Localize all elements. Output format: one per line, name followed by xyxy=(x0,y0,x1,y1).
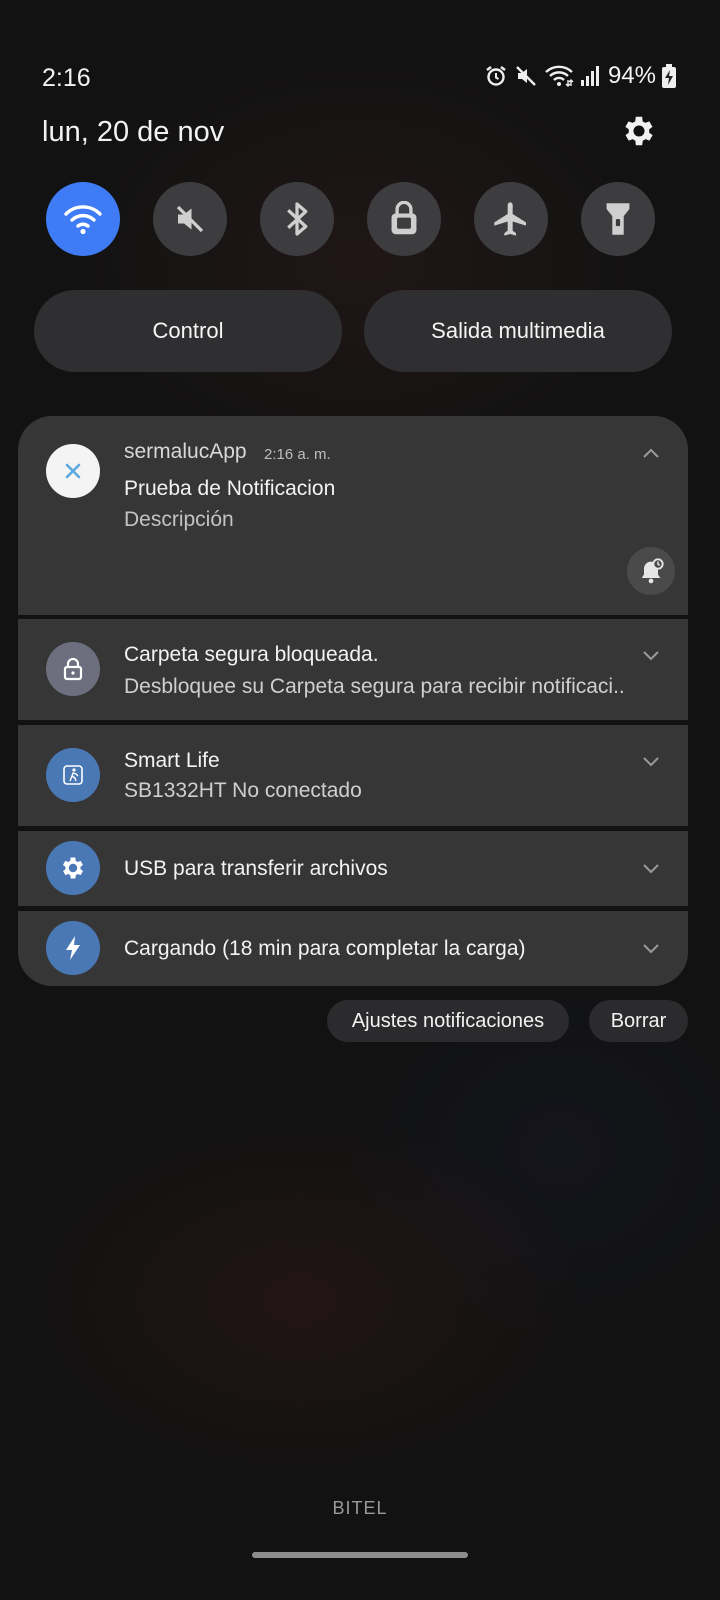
lock-icon xyxy=(46,642,100,696)
bluetooth-toggle[interactable] xyxy=(260,182,334,256)
carrier-label: BITEL xyxy=(332,1498,388,1518)
notification-secure-folder[interactable]: Carpeta segura bloqueada. Desbloquee su … xyxy=(18,619,688,720)
chevron-up-icon[interactable] xyxy=(640,442,662,464)
notification-title: USB para transferir archivos xyxy=(124,857,388,880)
notification-title: Cargando (18 min para completar la carga… xyxy=(124,937,526,960)
usb-settings-icon xyxy=(46,841,100,895)
status-icons: 94% xyxy=(484,62,676,90)
alarm-icon xyxy=(486,66,506,86)
airplane-toggle[interactable] xyxy=(474,182,548,256)
notification-time: 2:16 a. m. xyxy=(264,446,331,463)
signal-icon xyxy=(580,66,599,86)
notification-title: Smart Life xyxy=(124,749,220,772)
battery-percent: 94% xyxy=(607,62,656,89)
wifi-icon xyxy=(64,205,102,235)
notification-text: Descripción xyxy=(124,508,234,531)
notification-settings-button[interactable]: Ajustes notificaciones xyxy=(327,1000,569,1042)
flashlight-icon xyxy=(606,203,630,235)
mute-icon xyxy=(516,66,536,86)
notification-text: SB1332HT No conectado xyxy=(124,779,362,802)
status-time: 2:16 xyxy=(42,64,91,92)
bluetooth-icon xyxy=(287,202,308,236)
control-button[interactable]: Control xyxy=(34,290,342,372)
notification-smart-life[interactable]: Smart Life SB1332HT No conectado xyxy=(18,725,688,826)
secure-folder-icon xyxy=(391,201,417,235)
chevron-down-icon[interactable] xyxy=(640,937,662,959)
battery-charging-icon xyxy=(662,64,676,88)
snooze-bell-icon xyxy=(641,558,664,584)
notification-sermalucapp[interactable]: sermalucApp 2:16 a. m. Prueba de Notific… xyxy=(18,416,688,615)
charging-bolt-icon xyxy=(46,921,100,975)
notification-title: Carpeta segura bloqueada. xyxy=(124,643,379,666)
wifi-toggle[interactable] xyxy=(46,182,120,256)
airplane-icon xyxy=(494,202,526,236)
media-output-button[interactable]: Salida multimedia xyxy=(364,290,672,372)
cross-app-icon xyxy=(46,444,100,498)
home-indicator[interactable] xyxy=(252,1552,468,1558)
smart-life-icon xyxy=(46,748,100,802)
notification-charging[interactable]: Cargando (18 min para completar la carga… xyxy=(18,911,688,986)
chevron-down-icon[interactable] xyxy=(640,644,662,666)
notification-text: Desbloquee su Carpeta segura para recibi… xyxy=(124,675,625,698)
snooze-button[interactable] xyxy=(627,547,675,595)
gear-icon[interactable] xyxy=(620,112,658,150)
wifi-icon xyxy=(545,65,574,87)
notification-app-name: sermalucApp xyxy=(124,440,247,463)
mute-icon xyxy=(176,205,204,233)
chevron-down-icon[interactable] xyxy=(640,857,662,879)
secure-folder-toggle[interactable] xyxy=(367,182,441,256)
clear-button[interactable]: Borrar xyxy=(589,1000,688,1042)
notification-usb[interactable]: USB para transferir archivos xyxy=(18,831,688,906)
notification-list: sermalucApp 2:16 a. m. Prueba de Notific… xyxy=(18,416,688,986)
flashlight-toggle[interactable] xyxy=(581,182,655,256)
notification-title: Prueba de Notificacion xyxy=(124,477,336,500)
sound-toggle[interactable] xyxy=(153,182,227,256)
date: lun, 20 de nov xyxy=(42,116,225,148)
chevron-down-icon[interactable] xyxy=(640,750,662,772)
